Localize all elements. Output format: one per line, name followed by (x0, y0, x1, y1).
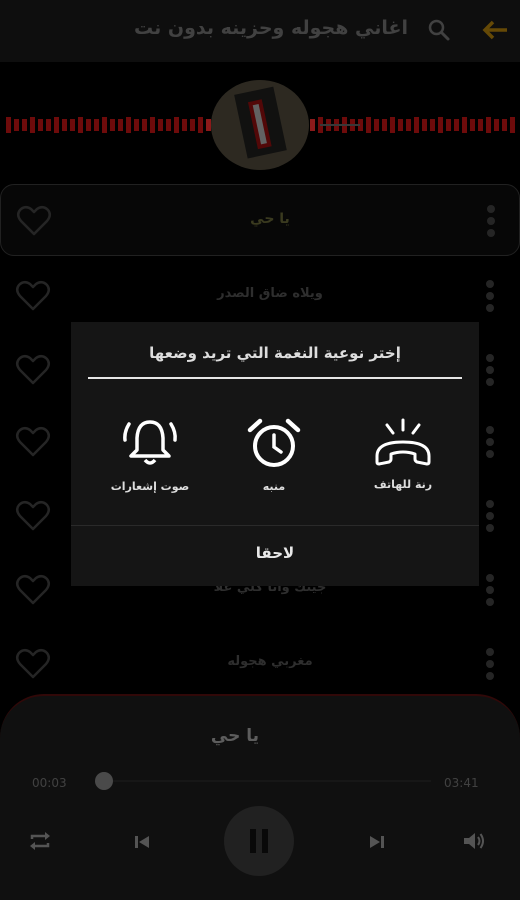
later-button[interactable]: لاحقا (71, 544, 479, 562)
dialog-divider (88, 377, 462, 379)
notification-option[interactable]: صوت إشعارات (95, 416, 205, 516)
dialog-title: إختر نوعية النغمة التي تريد وضعها (149, 344, 401, 362)
phone-ringing-icon (375, 418, 431, 466)
alarm-option[interactable]: منبه (219, 416, 329, 516)
alarm-clock-icon (247, 418, 301, 467)
notification-label: صوت إشعارات (110, 480, 190, 493)
alarm-label: منبه (262, 480, 286, 493)
bell-icon (123, 420, 177, 465)
ringtone-label: رنة للهاتف (373, 478, 433, 491)
ringtone-option[interactable]: رنة للهاتف (348, 416, 458, 516)
ringtone-type-dialog: إختر نوعية النغمة التي تريد وضعها رنة لل… (71, 322, 479, 586)
dialog-button-divider (71, 525, 479, 526)
